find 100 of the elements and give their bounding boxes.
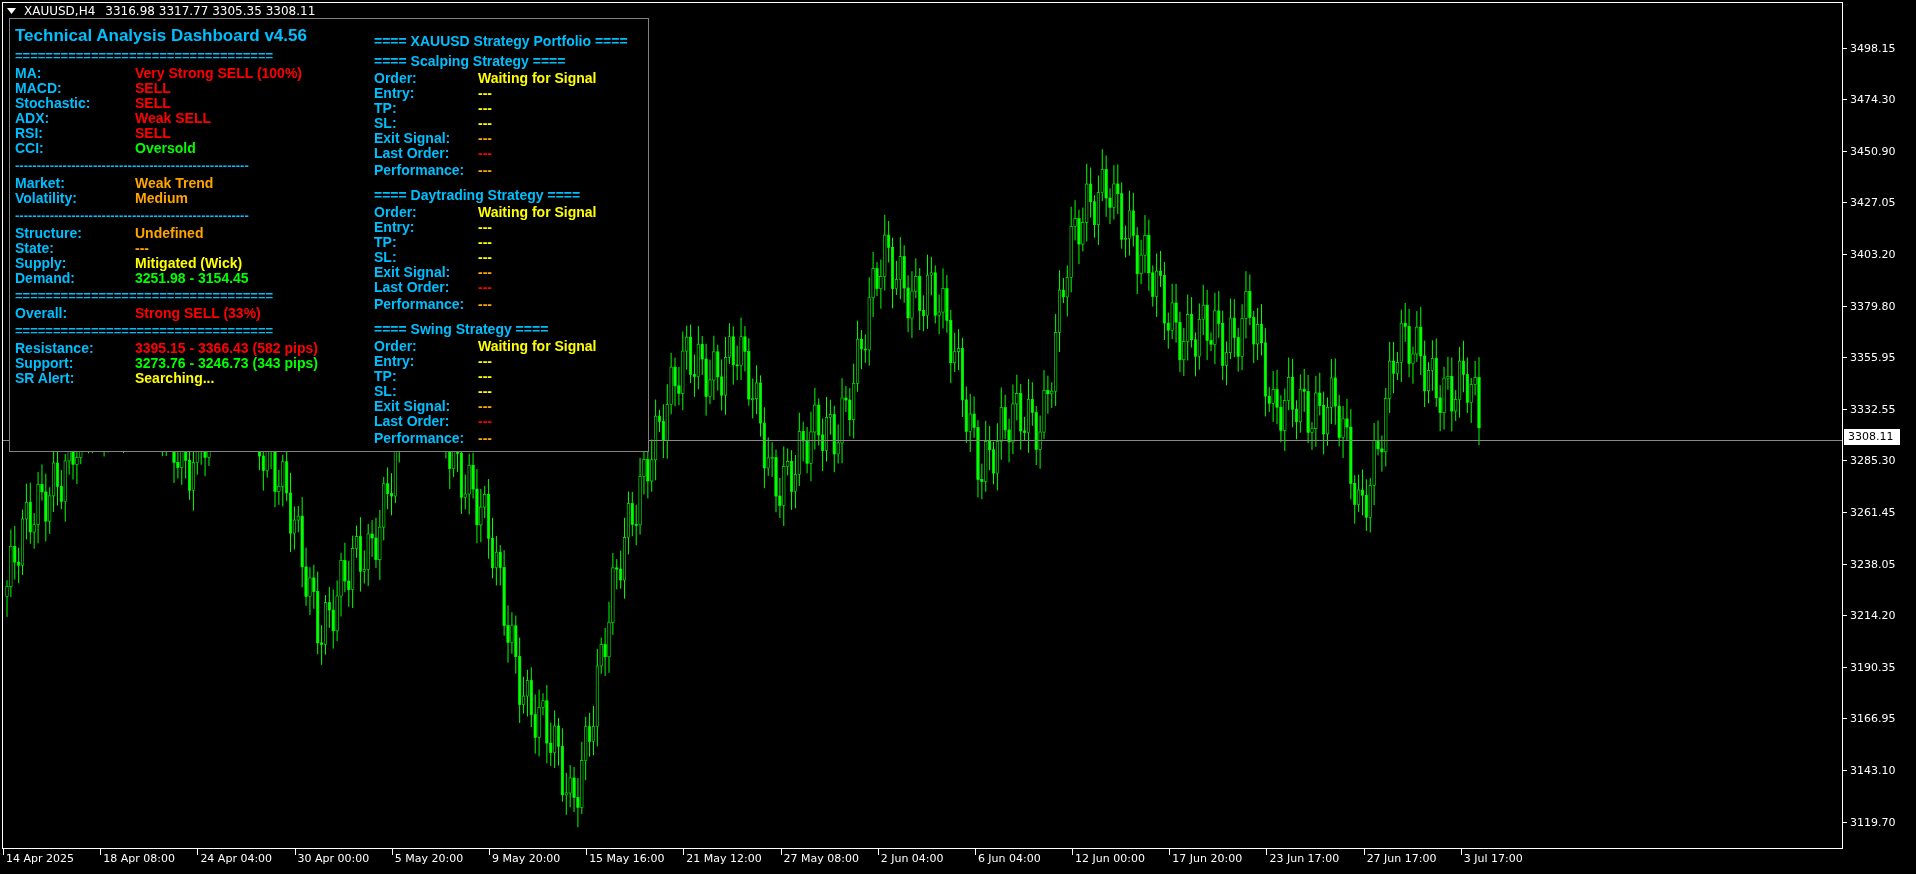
time-tick-label: 2 Jun 04:00 <box>880 852 945 865</box>
separator-line: ------------------------------------------------------ <box>15 208 250 223</box>
strategy-value: --- <box>478 86 492 101</box>
price-tick-label: 3285.30 <box>1850 454 1896 468</box>
strategy-value: --- <box>478 101 492 116</box>
separator-line: ================================== <box>15 288 275 303</box>
strategy-value: Waiting for Signal <box>478 71 597 86</box>
strategy-label: Performance: <box>374 163 466 178</box>
indicator-value: 3273.76 - 3246.73 (343 pips) <box>135 356 318 371</box>
strategy-label: Order: <box>374 71 418 86</box>
indicator-value: 3395.15 - 3366.43 (582 pips) <box>135 341 318 356</box>
indicator-label: Overall: <box>15 306 69 321</box>
indicator-value: Oversold <box>135 141 196 156</box>
strategy-title: ==== Swing Strategy ==== <box>374 321 550 338</box>
price-tick-label: 3379.80 <box>1850 299 1896 313</box>
time-tick-label: 27 May 08:00 <box>783 852 860 865</box>
strategy-label: Last Order: <box>374 414 451 429</box>
strategy-label: SL: <box>374 116 398 131</box>
indicator-label: Volatility: <box>15 191 78 206</box>
strategy-label: Entry: <box>374 220 416 235</box>
strategy-label: SL: <box>374 384 398 399</box>
price-tick-label: 3190.35 <box>1850 660 1896 674</box>
time-tick-label: 24 Apr 04:00 <box>200 852 274 865</box>
time-tick-label: 5 May 20:00 <box>394 852 465 865</box>
indicator-label: MACD: <box>15 81 63 96</box>
strategy-label: TP: <box>374 369 397 384</box>
strategy-label: TP: <box>374 235 397 250</box>
strategy-label: SL: <box>374 250 398 265</box>
strategy-value: --- <box>478 369 492 384</box>
strategy-value: --- <box>478 235 492 250</box>
strategy-title: ==== Daytrading Strategy ==== <box>374 187 582 204</box>
strategy-value: Waiting for Signal <box>478 339 597 354</box>
time-tick-label: 27 Jun 17:00 <box>1366 852 1438 865</box>
dashboard-title: Technical Analysis Dashboard v4.56 <box>15 26 308 46</box>
strategy-label: Last Order: <box>374 280 451 295</box>
indicator-label: Support: <box>15 356 75 371</box>
strategy-value: --- <box>478 265 492 280</box>
strategy-value: --- <box>478 399 492 414</box>
time-tick-label: 18 Apr 08:00 <box>103 852 176 865</box>
time-tick-label: 17 Jun 20:00 <box>1172 852 1244 865</box>
price-tick-label: 3450.90 <box>1850 144 1896 158</box>
indicator-label: RSI: <box>15 126 44 141</box>
time-tick-label: 3 Jul 17:00 <box>1463 852 1524 865</box>
price-tick-label: 3119.70 <box>1850 815 1896 829</box>
time-tick-label: 23 Jun 17:00 <box>1269 852 1341 865</box>
strategy-label: Order: <box>374 339 418 354</box>
indicator-value: Searching... <box>135 371 215 386</box>
strategy-value: --- <box>478 131 492 146</box>
strategy-value: --- <box>478 280 492 295</box>
price-tick-label: 3143.10 <box>1850 763 1896 777</box>
symbol-label: XAUUSD,H4 <box>24 3 96 18</box>
indicator-label: Resistance: <box>15 341 95 356</box>
separator-line: ================================== <box>15 323 275 338</box>
strategy-value: --- <box>478 384 492 399</box>
indicator-value: SELL <box>135 96 171 111</box>
indicator-label: SR Alert: <box>15 371 76 386</box>
strategy-value: --- <box>478 116 492 131</box>
indicator-value: --- <box>135 241 149 256</box>
price-tick-label: 3166.95 <box>1850 712 1896 726</box>
price-tick-label: 3427.05 <box>1850 196 1896 210</box>
price-tick-label: 3498.15 <box>1850 41 1896 55</box>
strategy-label: Last Order: <box>374 146 451 161</box>
strategy-title: ==== Scalping Strategy ==== <box>374 53 567 70</box>
strategy-label: Exit Signal: <box>374 265 452 280</box>
current-price-label: 3308.11 <box>1844 428 1900 445</box>
strategy-label: Performance: <box>374 297 466 312</box>
strategy-label: Performance: <box>374 431 466 446</box>
indicator-value: Mitigated (Wick) <box>135 256 243 271</box>
strategy-value: --- <box>478 250 492 265</box>
indicator-label: Structure: <box>15 226 83 241</box>
indicator-value: 3251.98 - 3154.45 <box>135 271 249 286</box>
ohlc-values: 3316.98 3317.77 3305.35 3308.11 <box>105 3 316 18</box>
indicator-label: ADX: <box>15 111 51 126</box>
separator-line: ================================== <box>15 48 275 63</box>
dropdown-icon[interactable] <box>7 7 16 14</box>
indicator-value: Strong SELL (33%) <box>135 306 261 321</box>
indicator-label: CCI: <box>15 141 45 156</box>
price-tick-label: 3474.30 <box>1850 93 1896 107</box>
time-tick-label: 6 Jun 04:00 <box>977 852 1042 865</box>
price-tick-label: 3238.05 <box>1850 557 1896 571</box>
indicator-value: Medium <box>135 191 188 206</box>
strategy-label: Exit Signal: <box>374 131 452 146</box>
time-tick-label: 12 Jun 00:00 <box>1075 852 1146 865</box>
strategy-value: --- <box>478 146 492 161</box>
indicator-value: SELL <box>135 81 171 96</box>
price-tick-label: 3261.45 <box>1850 505 1896 519</box>
strategy-value: --- <box>478 220 492 235</box>
strategy-label: Order: <box>374 205 418 220</box>
time-tick-label: 14 Apr 2025 <box>6 852 75 865</box>
price-tick-label: 3332.55 <box>1850 402 1896 416</box>
indicator-value: Undefined <box>135 226 204 241</box>
indicator-value: Very Strong SELL (100%) <box>135 66 302 81</box>
indicator-label: MA: <box>15 66 43 81</box>
strategy-value: Waiting for Signal <box>478 205 597 220</box>
indicator-label: Demand: <box>15 271 76 286</box>
price-tick-label: 3403.20 <box>1850 247 1896 261</box>
indicator-label: State: <box>15 241 55 256</box>
price-tick-label: 3355.95 <box>1850 351 1896 365</box>
separator-line: ------------------------------------------------------ <box>15 158 250 173</box>
strategy-value: --- <box>478 414 492 429</box>
